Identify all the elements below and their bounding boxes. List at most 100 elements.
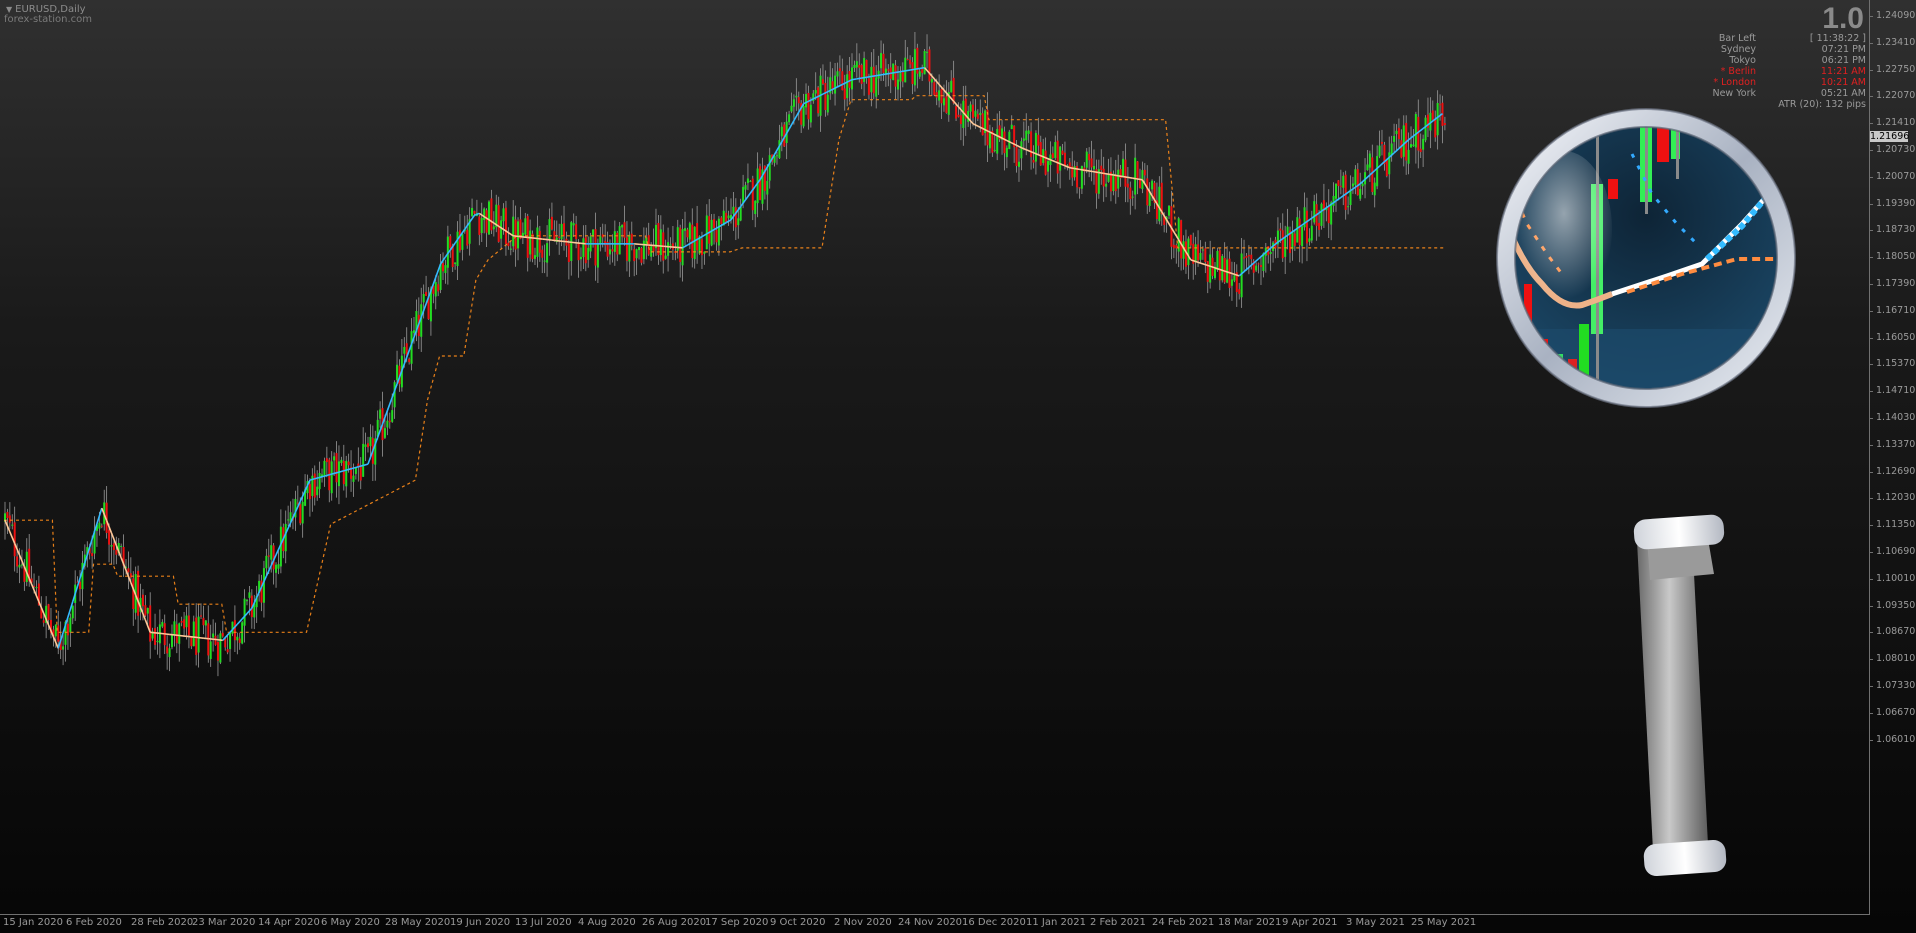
candle-body: [986, 109, 989, 146]
candle-body: [178, 623, 181, 644]
candle-body: [444, 265, 447, 274]
candle-body: [892, 63, 895, 81]
info-row-london: * London 10:21 AM: [1713, 77, 1866, 88]
ma-segment: [793, 111, 800, 122]
candle-body: [337, 461, 340, 487]
candle-body: [669, 244, 672, 246]
candle-body: [6, 511, 9, 519]
time-axis-label: 6 Feb 2020: [66, 917, 122, 928]
session-info-panel: Bar Left[ 11:38:22 ] Sydney 07:21 PM Toky…: [1676, 33, 1866, 110]
ma-segment: [1122, 175, 1129, 179]
candle-body: [524, 218, 527, 235]
candle-body: [536, 227, 539, 257]
candle-body: [1281, 230, 1284, 259]
candle-body: [686, 229, 689, 238]
chart-window[interactable]: ▼ EURUSD,Daily forex-station.com 1.0 Bar …: [0, 0, 1916, 933]
candle-body: [1189, 234, 1192, 246]
candle-body: [1003, 131, 1006, 154]
candle-body: [860, 64, 863, 84]
time-axis-label: 13 Jul 2020: [515, 917, 572, 928]
candle-body: [129, 573, 132, 578]
candle-body: [754, 200, 757, 215]
ma-segment: [150, 631, 156, 634]
candle-body: [112, 543, 115, 551]
ma-segment: [919, 66, 925, 70]
candle-body: [1431, 110, 1434, 120]
candle-body: [654, 224, 657, 249]
candle-body: [1090, 158, 1093, 168]
candle-body: [437, 284, 440, 292]
ma-segment: [386, 397, 393, 411]
candle-body: [204, 620, 207, 626]
price-axis-label: 1.22070: [1876, 90, 1916, 102]
price-axis-label: 1.08010: [1876, 653, 1916, 665]
candle-body: [894, 65, 897, 87]
ma-segment: [537, 237, 543, 240]
candle-body: [1168, 205, 1171, 216]
candle-body: [717, 218, 720, 246]
candle-body: [364, 444, 367, 447]
candle-body: [308, 484, 311, 500]
candle-body: [335, 453, 338, 483]
candle-body: [780, 126, 783, 137]
ma-segment: [822, 90, 829, 95]
candle-body: [442, 263, 445, 272]
candle-body: [1359, 188, 1362, 199]
candle-body: [422, 294, 425, 303]
candle-body: [42, 620, 45, 623]
candle-body: [1320, 203, 1323, 226]
candle-body: [202, 617, 205, 626]
candle-body: [969, 104, 972, 112]
candle-body: [838, 68, 841, 72]
candle-body: [652, 245, 655, 252]
candle-body: [579, 256, 582, 260]
candle-body: [1218, 250, 1221, 281]
candle-body: [1373, 182, 1376, 196]
candle-body: [766, 180, 769, 195]
candle-body: [333, 456, 336, 461]
time-axis-label: 26 Aug 2020: [642, 917, 707, 928]
price-axis-label: 1.24090: [1876, 10, 1916, 21]
candle-body: [621, 224, 624, 228]
candle-body: [979, 112, 982, 116]
candle-body: [1105, 183, 1108, 187]
price-axis-label: 1.18730: [1876, 224, 1916, 236]
ma-segment: [1137, 178, 1143, 181]
price-axis-label: 1.23410: [1876, 36, 1916, 48]
candle-body: [950, 80, 953, 93]
dropdown-triangle-icon[interactable]: ▼: [6, 5, 12, 14]
candle-body: [1034, 132, 1037, 162]
candle-body: [11, 524, 14, 526]
candle-body: [684, 228, 687, 231]
candle-body: [696, 223, 699, 251]
ma-segment: [895, 70, 901, 74]
time-axis-label: 4 Aug 2020: [578, 917, 636, 928]
candle-body: [1209, 254, 1212, 283]
candle-body: [1047, 161, 1050, 172]
candle-body: [628, 234, 631, 262]
candle-body: [1269, 251, 1272, 255]
ma-segment: [1074, 167, 1080, 171]
candle-body: [1194, 244, 1197, 263]
time-axis-label: 9 Apr 2021: [1282, 917, 1338, 928]
ma-segment: [905, 69, 911, 72]
price-axis-label: 1.06670: [1876, 706, 1916, 718]
candle-body: [18, 564, 21, 568]
candle-body: [466, 230, 469, 246]
candle-body: [1126, 183, 1129, 188]
candle-body: [1250, 254, 1253, 260]
candle-body: [1032, 159, 1035, 163]
price-axis-label: 1.17390: [1876, 278, 1916, 289]
candle-body: [1243, 257, 1246, 259]
candle-body: [330, 461, 333, 494]
candle-body: [918, 71, 921, 77]
ma-segment: [1089, 170, 1095, 173]
candle-body: [935, 92, 938, 98]
candle-body: [1238, 289, 1241, 294]
candle-body: [224, 638, 227, 648]
watermark-text: forex-station.com: [4, 14, 92, 25]
ma-segment: [353, 465, 359, 469]
candle-body: [1393, 135, 1396, 142]
candle-body: [618, 226, 621, 255]
price-axis-label: 1.16050: [1876, 331, 1916, 343]
